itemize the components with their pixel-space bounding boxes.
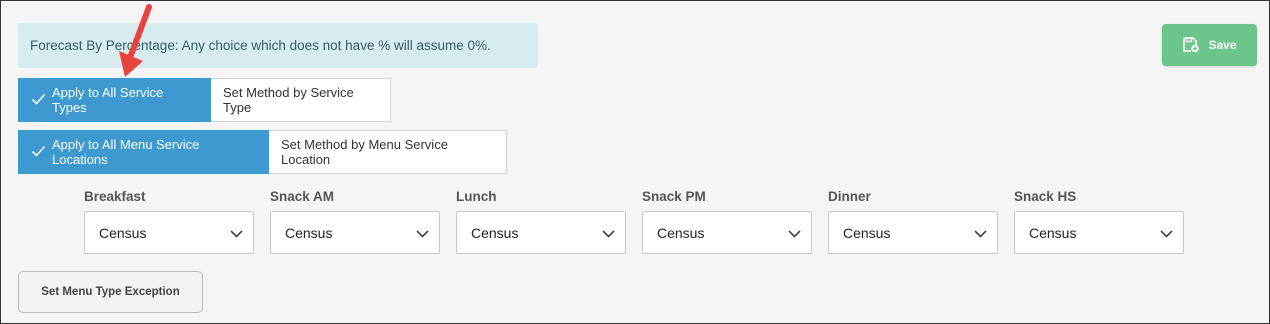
select-value: Census (285, 224, 333, 241)
select-value: Census (471, 224, 519, 241)
select-value: Census (99, 224, 147, 241)
meal-label: Breakfast (84, 189, 146, 204)
checkmark-icon (31, 145, 46, 160)
save-icon (1182, 37, 1200, 53)
set-method-by-service-type-label: Set Method by Service Type (223, 85, 354, 115)
checkmark-icon (31, 93, 46, 108)
apply-all-locations-option[interactable]: Apply to All Menu Service Locations (18, 130, 269, 174)
chevron-down-icon (416, 225, 429, 241)
set-method-by-service-type-option[interactable]: Set Method by Service Type (211, 78, 391, 122)
meal-breakfast: Breakfast Census (84, 188, 254, 254)
forecast-panel: Forecast By Percentage: Any choice which… (0, 0, 1270, 324)
lunch-method-select[interactable]: Census (456, 211, 626, 254)
dinner-method-select[interactable]: Census (828, 211, 998, 254)
set-method-by-location-option[interactable]: Set Method by Menu Service Location (269, 130, 507, 174)
save-label: Save (1208, 38, 1237, 52)
meal-dinner: Dinner Census (828, 188, 998, 254)
chevron-down-icon (974, 225, 987, 241)
select-value: Census (843, 224, 891, 241)
select-value: Census (1029, 224, 1077, 241)
meal-snack-pm: Snack PM Census (642, 188, 812, 254)
meal-snack-am: Snack AM Census (270, 188, 440, 254)
apply-all-service-types-option[interactable]: Apply to All Service Types (18, 78, 211, 122)
chevron-down-icon (602, 225, 615, 241)
service-type-toggle: Apply to All Service Types Set Method by… (18, 78, 391, 122)
breakfast-method-select[interactable]: Census (84, 211, 254, 254)
meal-label: Snack HS (1014, 189, 1077, 204)
meal-label: Lunch (456, 189, 497, 204)
apply-all-locations-label: Apply to All Menu Service Locations (52, 137, 200, 167)
set-menu-type-exception-button[interactable]: Set Menu Type Exception (18, 271, 203, 313)
menu-service-location-toggle: Apply to All Menu Service Locations Set … (18, 130, 507, 174)
save-button[interactable]: Save (1162, 24, 1257, 66)
chevron-down-icon (1160, 225, 1173, 241)
meal-label: Snack AM (270, 189, 335, 204)
apply-all-service-types-label: Apply to All Service Types (52, 85, 164, 115)
meal-label: Snack PM (642, 189, 706, 204)
set-method-by-location-label: Set Method by Menu Service Location (281, 137, 448, 167)
chevron-down-icon (230, 225, 243, 241)
meal-label: Dinner (828, 189, 871, 204)
select-value: Census (657, 224, 705, 241)
info-alert: Forecast By Percentage: Any choice which… (18, 23, 538, 68)
snack-pm-method-select[interactable]: Census (642, 211, 812, 254)
snack-hs-method-select[interactable]: Census (1014, 211, 1184, 254)
chevron-down-icon (788, 225, 801, 241)
meal-snack-hs: Snack HS Census (1014, 188, 1184, 254)
snack-am-method-select[interactable]: Census (270, 211, 440, 254)
meal-lunch: Lunch Census (456, 188, 626, 254)
